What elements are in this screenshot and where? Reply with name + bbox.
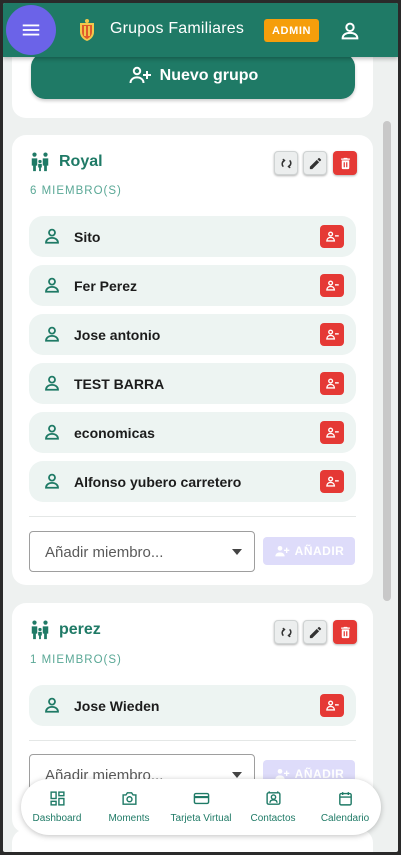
member-name: Jose antonio bbox=[74, 326, 161, 343]
remove-user-icon bbox=[325, 476, 339, 487]
camera-icon bbox=[121, 792, 137, 805]
group-header: Royal bbox=[29, 151, 103, 173]
trash-icon bbox=[340, 626, 350, 638]
new-group-label: Nuevo grupo bbox=[159, 67, 259, 84]
person-icon bbox=[45, 326, 59, 342]
remove-member-button[interactable] bbox=[320, 421, 344, 444]
bottom-nav: Dashboard Moments Tarjeta Virtual Contac… bbox=[21, 779, 381, 835]
edit-button[interactable] bbox=[303, 620, 327, 644]
menu-icon bbox=[22, 24, 40, 36]
trash-icon bbox=[340, 157, 350, 169]
sync-icon bbox=[280, 627, 292, 637]
divider bbox=[29, 740, 356, 741]
add-member-label: AÑADIR bbox=[294, 544, 345, 558]
calendar-icon bbox=[338, 792, 352, 806]
remove-member-button[interactable] bbox=[320, 323, 344, 346]
member-item: Jose Wieden bbox=[29, 685, 356, 726]
dashboard-icon bbox=[49, 791, 65, 806]
person-icon bbox=[45, 228, 59, 244]
nav-label: Tarjeta Virtual bbox=[170, 813, 232, 824]
member-item: TEST BARRA bbox=[29, 363, 356, 404]
app-bar: Grupos Familiares ADMIN bbox=[3, 3, 398, 57]
remove-user-icon bbox=[325, 427, 339, 438]
add-group-icon bbox=[129, 66, 151, 84]
member-name: economicas bbox=[74, 424, 155, 441]
nav-label: Contactos bbox=[250, 813, 296, 824]
remove-member-button[interactable] bbox=[320, 470, 344, 493]
family-icon bbox=[31, 152, 49, 172]
credit-card-icon bbox=[193, 792, 209, 805]
menu-button[interactable] bbox=[6, 5, 56, 55]
nav-item-tarjeta-virtual[interactable]: Tarjeta Virtual bbox=[165, 779, 237, 835]
member-item: Fer Perez bbox=[29, 265, 356, 306]
group-card-royal: Royal 6 MIEMBRO(S) Sito Fer Perez Jose a… bbox=[12, 135, 373, 585]
sync-icon bbox=[280, 158, 292, 168]
member-name: TEST BARRA bbox=[74, 375, 165, 392]
crest-logo bbox=[80, 19, 94, 41]
app-frame: Nuevo grupo Royal 6 MIEMBRO(S) Sito Fer … bbox=[3, 3, 398, 852]
user-icon[interactable] bbox=[339, 20, 361, 42]
contacts-icon bbox=[265, 791, 281, 805]
remove-user-icon bbox=[325, 231, 339, 242]
admin-badge: ADMIN bbox=[264, 19, 320, 42]
person-icon bbox=[45, 375, 59, 391]
delete-group-button[interactable] bbox=[333, 151, 357, 175]
person-icon bbox=[45, 277, 59, 293]
person-icon bbox=[45, 697, 59, 713]
page-title: Grupos Familiares bbox=[110, 20, 245, 37]
group-header: perez bbox=[29, 619, 101, 641]
divider bbox=[29, 516, 356, 517]
member-name: Jose Wieden bbox=[74, 697, 160, 714]
member-item: Jose antonio bbox=[29, 314, 356, 355]
chevron-down-icon bbox=[232, 772, 242, 778]
add-member-placeholder: Añadir miembro... bbox=[45, 544, 164, 561]
nav-label: Dashboard bbox=[32, 813, 82, 824]
nav-label: Calendario bbox=[320, 813, 370, 824]
person-icon bbox=[45, 473, 59, 489]
remove-user-icon bbox=[325, 329, 339, 340]
remove-member-button[interactable] bbox=[320, 694, 344, 717]
nav-item-moments[interactable]: Moments bbox=[93, 779, 165, 835]
nav-item-contactos[interactable]: Contactos bbox=[237, 779, 309, 835]
remove-user-icon bbox=[325, 378, 339, 389]
member-count: 6 MIEMBRO(S) bbox=[30, 185, 122, 197]
member-name: Fer Perez bbox=[74, 277, 138, 294]
group-name: Royal bbox=[59, 153, 103, 170]
member-name: Sito bbox=[74, 228, 101, 245]
delete-group-button[interactable] bbox=[333, 620, 357, 644]
chevron-down-icon bbox=[232, 549, 242, 555]
pencil-icon bbox=[309, 157, 321, 169]
nav-item-dashboard[interactable]: Dashboard bbox=[21, 779, 93, 835]
remove-user-icon bbox=[325, 700, 339, 711]
member-item: Alfonso yubero carretero bbox=[29, 461, 356, 502]
group-name: perez bbox=[59, 621, 101, 638]
nav-item-calendario[interactable]: Calendario bbox=[309, 779, 381, 835]
add-member-button[interactable]: AÑADIR bbox=[263, 537, 355, 565]
add-member-select[interactable]: Añadir miembro... bbox=[29, 531, 255, 572]
pencil-icon bbox=[309, 626, 321, 638]
nav-label: Moments bbox=[108, 813, 150, 824]
member-count: 1 MIEMBRO(S) bbox=[30, 654, 122, 666]
family-icon bbox=[31, 620, 49, 640]
remove-user-icon bbox=[325, 280, 339, 291]
add-user-icon bbox=[274, 546, 289, 557]
edit-button[interactable] bbox=[303, 151, 327, 175]
scroll-content[interactable]: Nuevo grupo Royal 6 MIEMBRO(S) Sito Fer … bbox=[3, 3, 398, 852]
member-item: economicas bbox=[29, 412, 356, 453]
remove-member-button[interactable] bbox=[320, 372, 344, 395]
remove-member-button[interactable] bbox=[320, 225, 344, 248]
scrollbar[interactable] bbox=[383, 121, 391, 601]
member-name: Alfonso yubero carretero bbox=[74, 473, 242, 490]
person-icon bbox=[45, 424, 59, 440]
remove-member-button[interactable] bbox=[320, 274, 344, 297]
member-item: Sito bbox=[29, 216, 356, 257]
sync-button[interactable] bbox=[274, 151, 298, 175]
new-group-button[interactable]: Nuevo grupo bbox=[31, 53, 355, 99]
sync-button[interactable] bbox=[274, 620, 298, 644]
